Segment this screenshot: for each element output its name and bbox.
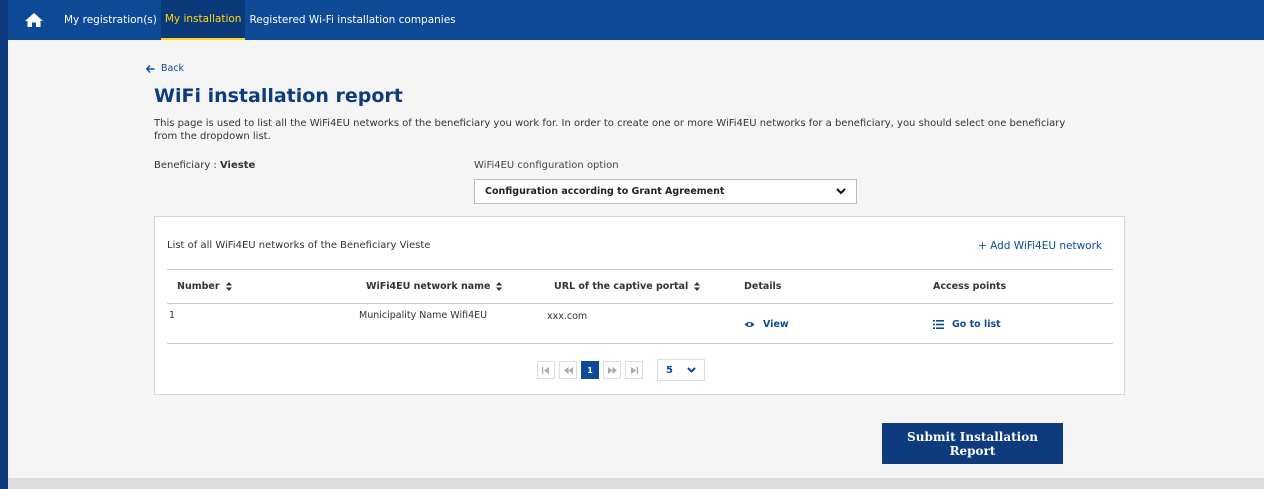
header-captive-url-label: URL of the captive portal [554,281,689,292]
cell-network-name: Municipality Name Wifi4EU [359,310,488,321]
submit-label: Submit Installation Report [907,430,1038,458]
beneficiary-label: Beneficiary : [154,160,217,171]
list-icon [933,320,944,329]
nav-my-installation[interactable]: My installation [160,0,246,40]
header-captive-url[interactable]: URL of the captive portal [554,281,701,292]
cell-captive-url: xxx.com [547,311,588,322]
last-page-button[interactable] [625,361,643,379]
pagination: 1 5 [537,359,705,381]
go-to-list-label: Go to list [952,319,1001,330]
first-page-icon [542,366,549,374]
top-navigation: My registration(s) My installation Regis… [8,0,1264,40]
header-details-label: Details [744,281,782,292]
table-top-divider [167,269,1113,270]
home-icon [25,13,43,27]
next-page-icon [607,366,617,374]
config-option-value: Configuration according to Grant Agreeme… [485,186,725,197]
sort-icon [694,282,701,291]
submit-label-line-1: Submit Installation [907,429,1038,444]
view-details-label: View [763,319,789,330]
submit-label-line-2: Report [949,443,996,458]
back-link[interactable]: Back [146,63,184,74]
last-page-icon [631,366,638,374]
chevron-down-icon [836,188,846,195]
intro-line-1: This page is used to list all the WiFi4E… [154,118,1066,129]
sort-icon [496,282,503,291]
first-page-button[interactable] [537,361,555,379]
header-access-points: Access points [933,281,1006,292]
view-details-link[interactable]: View [744,319,789,330]
page-button-current[interactable]: 1 [581,361,599,379]
networks-panel: List of all WiFi4EU networks of the Bene… [154,216,1125,395]
page-size-value: 5 [666,364,673,376]
header-divider [167,303,1113,304]
next-page-button[interactable] [603,361,621,379]
beneficiary-value: Vieste [219,160,256,171]
intro-text: This page is used to list all the WiFi4E… [154,117,1134,143]
panel-caption: List of all WiFi4EU networks of the Bene… [167,240,431,251]
config-option-select[interactable]: Configuration according to Grant Agreeme… [474,179,857,204]
back-label: Back [161,63,185,74]
main-content: Back WiFi installation report This page … [8,40,1264,478]
header-number-label: Number [177,281,220,292]
header-access-points-label: Access points [933,281,1007,292]
prev-page-icon [563,366,573,374]
footer-band [8,478,1264,489]
header-network-name-label: WiFi4EU network name [366,281,491,292]
row-divider [167,343,1113,344]
arrow-left-icon [146,64,155,73]
cell-number: 1 [169,310,176,321]
home-button[interactable] [8,0,60,40]
submit-installation-report-button[interactable]: Submit Installation Report [882,423,1063,464]
sort-icon [225,282,232,291]
page-title: WiFi installation report [154,85,403,107]
left-border [0,0,8,489]
chevron-down-icon [687,367,696,373]
header-number[interactable]: Number [177,281,232,292]
go-to-list-link[interactable]: Go to list [933,319,1001,330]
prev-page-button[interactable] [559,361,577,379]
nav-my-registrations[interactable]: My registration(s) [60,0,161,40]
config-option-label: WiFi4EU configuration option [474,160,619,171]
beneficiary-info: Beneficiary : Vieste [154,160,255,171]
header-details: Details [744,281,781,292]
header-network-name[interactable]: WiFi4EU network name [366,281,503,292]
nav-registered-companies[interactable]: Registered Wi-Fi installation companies [245,0,459,40]
eye-icon [744,322,755,327]
page-size-select[interactable]: 5 [657,359,705,381]
add-network-link[interactable]: + Add WiFi4EU network [978,240,1102,252]
intro-line-2: from the dropdown list. [154,131,271,142]
